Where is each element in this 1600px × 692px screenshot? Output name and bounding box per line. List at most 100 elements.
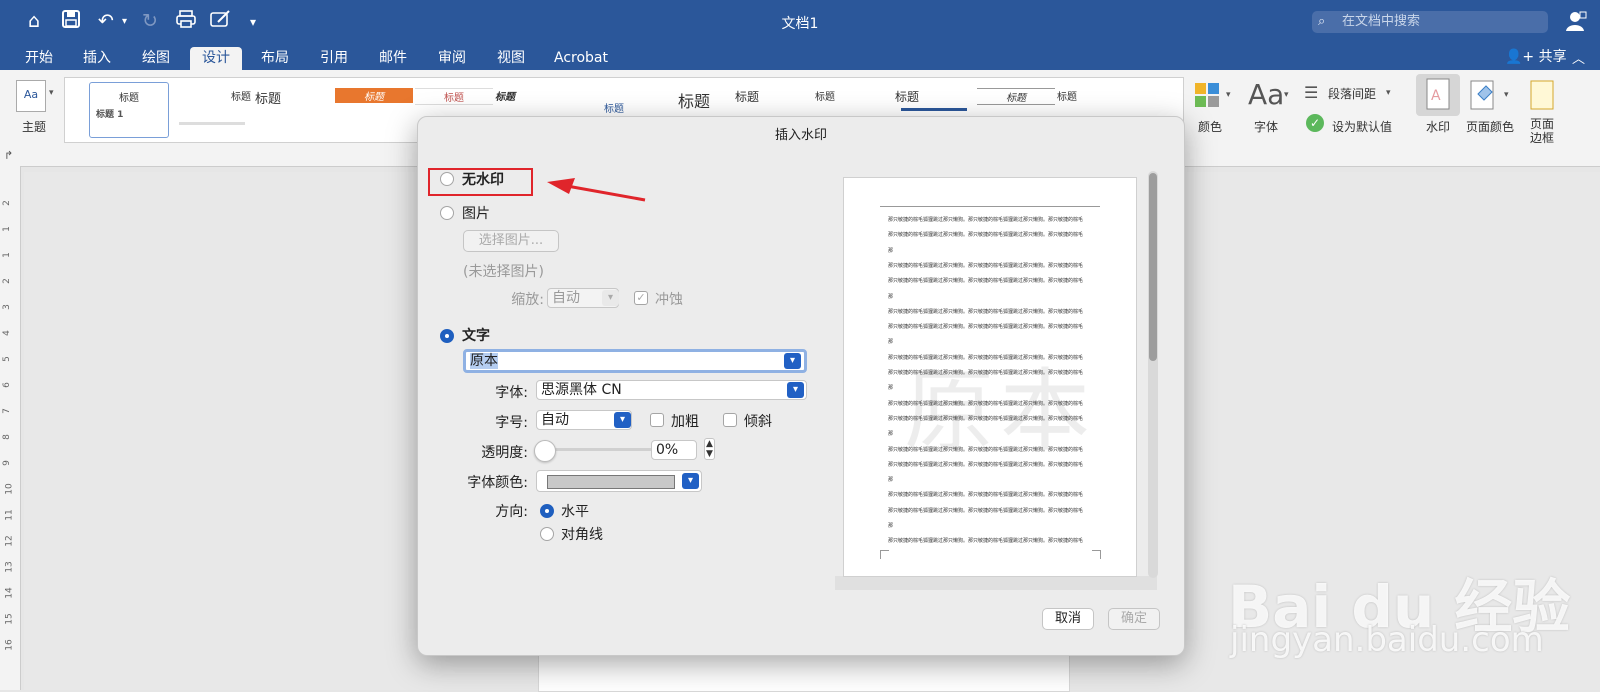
tab-insert[interactable]: 插入	[72, 47, 122, 70]
italic-label: 倾斜	[744, 414, 772, 430]
home-icon[interactable]: ⌂	[28, 10, 40, 32]
page-color-icon[interactable]	[1470, 80, 1498, 114]
paragraph-spacing-dropdown-icon[interactable]: ▾	[1386, 88, 1391, 98]
tab-home[interactable]: 开始	[14, 47, 64, 70]
save-icon[interactable]	[62, 10, 80, 33]
tab-stop-icon[interactable]: ↱	[4, 149, 13, 162]
picture-radio[interactable]	[440, 206, 454, 220]
font-color-select[interactable]	[536, 470, 702, 492]
text-option-label: 文字	[462, 328, 490, 344]
style-thumb-title: 标题	[495, 92, 515, 103]
preview-scrollbar-thumb[interactable]	[1149, 173, 1157, 361]
print-icon[interactable]	[176, 10, 196, 33]
select-picture-button[interactable]: 选择图片...	[463, 230, 559, 252]
watermark-label: 水印	[1425, 120, 1450, 134]
watermark-button[interactable]: A	[1416, 74, 1460, 116]
page-border-label: 页面 边框	[1529, 117, 1554, 145]
diagonal-radio[interactable]	[540, 527, 554, 541]
customize-toolbar-icon[interactable]: ▾	[250, 15, 256, 29]
diagonal-label: 对角线	[561, 527, 603, 543]
preview-text-line: 那只敏捷的棕毛狐狸跳过那只懒狗。那只敏捷的棕毛狐狸跳过那只懒狗。那只敏捷的棕毛	[888, 370, 1084, 376]
style-thumb-title: 标题	[977, 88, 1055, 105]
color-dropdown-icon[interactable]: ▾	[1226, 90, 1231, 100]
cancel-button[interactable]: 取消	[1042, 608, 1094, 630]
font-value: 思源黑体 CN	[541, 382, 622, 398]
tab-references[interactable]: 引用	[309, 47, 359, 70]
size-value: 自动	[541, 412, 569, 428]
washout-checkbox[interactable]: ✓	[634, 291, 648, 305]
font-theme-icon[interactable]: Aa	[1248, 78, 1284, 111]
page-color-dropdown-icon[interactable]: ▾	[1504, 90, 1509, 100]
undo-dropdown-icon[interactable]: ▾	[122, 16, 127, 27]
preview-text-line: 那	[888, 293, 894, 300]
color-palette-icon[interactable]	[1194, 82, 1220, 112]
style-thumb-title: 标题	[119, 93, 139, 104]
color-label: 颜色	[1197, 120, 1222, 134]
transparency-stepper[interactable]: ▲ ▼	[704, 438, 715, 460]
style-thumb-title: 标题	[335, 88, 413, 103]
style-thumb[interactable]: 标题标题 1	[89, 82, 169, 138]
watermark-text-value: 原本	[470, 353, 498, 369]
page-border-icon[interactable]	[1530, 80, 1554, 114]
theme-dropdown-icon[interactable]: ▾	[49, 88, 54, 98]
scale-value: 自动	[552, 290, 580, 306]
preview-text-line: 那只敏捷的棕毛狐狸跳过那只懒狗。那只敏捷的棕毛狐狸跳过那只懒狗。那只敏捷的棕毛	[888, 232, 1084, 239]
page-color-label: 页面颜色	[1465, 120, 1514, 134]
tab-layout[interactable]: 布局	[250, 47, 300, 70]
horizontal-radio[interactable]	[540, 504, 554, 518]
text-radio[interactable]	[440, 329, 454, 343]
preview-text-line: 那只敏捷的棕毛狐狸跳过那只懒狗。那只敏捷的棕毛狐狸跳过那只懒狗。那只敏捷的棕毛	[888, 461, 1084, 468]
ok-button[interactable]: 确定	[1108, 608, 1160, 630]
tab-acrobat[interactable]: Acrobat	[548, 47, 614, 70]
baidu-url-watermark: jingyan.baidu.com	[1230, 620, 1544, 660]
account-icon[interactable]	[1565, 10, 1587, 36]
tab-draw[interactable]: 绘图	[131, 47, 181, 70]
highlight-box	[428, 168, 533, 196]
tab-design[interactable]: 设计	[190, 47, 242, 70]
size-dropdown-icon[interactable]: ▾	[614, 412, 631, 428]
font-select[interactable]: 思源黑体 CN	[536, 380, 807, 400]
tab-mailings[interactable]: 邮件	[368, 47, 418, 70]
font-dropdown-icon[interactable]: ▾	[1284, 90, 1289, 100]
transparency-slider-thumb[interactable]	[534, 440, 556, 462]
bold-checkbox[interactable]	[650, 413, 664, 427]
theme-icon[interactable]: Aa	[16, 80, 46, 112]
style-thumb[interactable]: 标题	[173, 82, 251, 136]
tab-view[interactable]: 视图	[486, 47, 536, 70]
scale-label: 缩放:	[511, 292, 544, 308]
checkmark-icon: ✓	[1306, 114, 1324, 132]
transparency-input[interactable]: 0%	[651, 440, 697, 460]
font-dropdown-icon[interactable]: ▾	[787, 382, 804, 398]
font-color-swatch	[547, 475, 675, 489]
search-field[interactable]: ⌕ 在文档中搜索	[1312, 11, 1548, 33]
preview-text-line: 那只敏捷的棕毛狐狸跳过那只懒狗。那只敏捷的棕毛狐狸跳过那只懒狗。那只敏捷的棕毛	[888, 507, 1084, 514]
font-color-dropdown-icon[interactable]: ▾	[682, 473, 699, 489]
preview-text-line: 那只敏捷的棕毛狐狸跳过那只懒狗。那只敏捷的棕毛狐狸跳过那只懒狗。那只敏捷的棕毛	[888, 538, 1084, 545]
set-default-button[interactable]: 设为默认值	[1332, 118, 1392, 135]
preview-text-line: 那只敏捷的棕毛狐狸跳过那只懒狗。那只敏捷的棕毛狐狸跳过那只懒狗。那只敏捷的棕毛	[888, 262, 1084, 269]
scale-dropdown-icon[interactable]: ▾	[602, 290, 619, 306]
style-thumb-title: 标题	[255, 92, 282, 107]
vertical-ruler: 2 1 1 2 3 4 5 6 7 8 9 10 11 12 13 14 15 16	[0, 166, 21, 690]
preview-text-line: 那	[888, 247, 894, 254]
style-thumb[interactable]: 标题	[255, 82, 333, 136]
style-thumb[interactable]: 标题	[335, 82, 413, 136]
style-thumb-bar	[901, 108, 967, 111]
undo-icon[interactable]: ↶	[98, 10, 114, 32]
style-thumb-title: 标题	[895, 90, 920, 104]
title-bar: ⌂ ↶ ▾ ↻ ▾ 文档1 ⌕ 在文档中搜索	[0, 0, 1600, 44]
transparency-value: 0%	[656, 442, 679, 458]
dialog-title: 插入水印	[774, 128, 827, 143]
share-button[interactable]: 👤+ 共享	[1505, 46, 1567, 66]
paragraph-spacing-button[interactable]: 段落间距	[1328, 85, 1376, 102]
style-thumb-title: 标题	[231, 92, 251, 103]
preview-text-line: 那只敏捷的棕毛狐狸跳过那只懒狗。那只敏捷的棕毛狐狸跳过那只懒狗。那只敏捷的棕毛	[888, 354, 1084, 361]
watermark-text-dropdown-icon[interactable]: ▾	[784, 353, 801, 369]
style-thumb-title: 标题	[735, 90, 760, 104]
watermark-text-input[interactable]: 原本	[463, 349, 807, 373]
italic-checkbox[interactable]	[723, 413, 737, 427]
style-thumb-sub: 标题 1	[96, 110, 124, 120]
tab-review[interactable]: 审阅	[427, 47, 477, 70]
collapse-ribbon-icon[interactable]: ︿	[1572, 48, 1585, 67]
edit-icon[interactable]	[210, 10, 232, 33]
